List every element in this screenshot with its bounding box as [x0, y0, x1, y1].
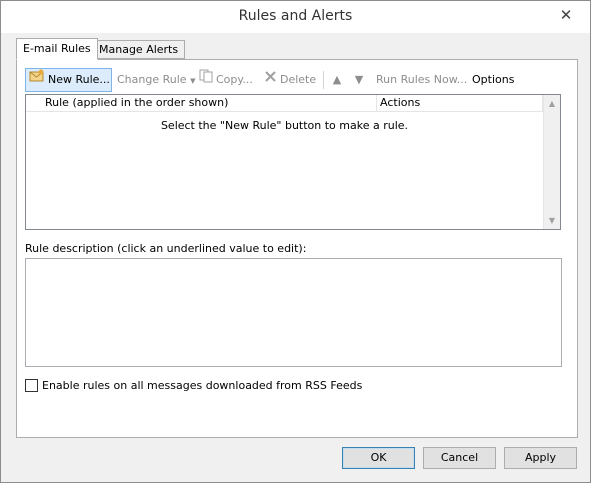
- tab-manage-alerts-label: Manage Alerts: [99, 43, 179, 56]
- new-rule-button[interactable]: New Rule...: [25, 68, 112, 92]
- options-button[interactable]: Options: [468, 68, 518, 92]
- rules-list[interactable]: Rule (applied in the order shown) Action…: [25, 94, 561, 230]
- change-rule-label: Change Rule: [117, 73, 187, 86]
- tab-email-rules-label: E-mail Rules: [23, 42, 91, 55]
- new-rule-icon: [29, 69, 45, 91]
- new-rule-label: New Rule...: [48, 73, 110, 86]
- rules-toolbar: New Rule... Change Rule ▼ Copy... Delete…: [25, 68, 570, 92]
- close-icon: ✕: [559, 6, 573, 24]
- column-header-rule[interactable]: Rule (applied in the order shown): [42, 95, 377, 112]
- scroll-up-icon[interactable]: ▲: [544, 95, 560, 112]
- rule-description-box[interactable]: [25, 258, 562, 367]
- tab-email-rules[interactable]: E-mail Rules: [16, 38, 98, 60]
- copy-button[interactable]: Copy...: [195, 68, 255, 92]
- apply-label: Apply: [524, 451, 557, 464]
- tab-manage-alerts[interactable]: Manage Alerts: [92, 40, 186, 59]
- triangle-up-icon: ▲: [332, 73, 342, 86]
- copy-label: Copy...: [216, 73, 253, 86]
- run-rules-now-label: Run Rules Now...: [376, 73, 468, 86]
- empty-list-message: Select the "New Rule" button to make a r…: [160, 119, 409, 132]
- move-down-button[interactable]: ▼: [350, 68, 368, 92]
- copy-icon: [199, 69, 213, 91]
- close-button[interactable]: ✕: [558, 7, 574, 23]
- delete-icon: [264, 69, 277, 91]
- delete-label: Delete: [280, 73, 317, 86]
- cancel-label: Cancel: [440, 451, 479, 464]
- options-label: Options: [472, 73, 515, 86]
- email-rules-panel: New Rule... Change Rule ▼ Copy... Delete…: [16, 59, 578, 438]
- change-rule-button[interactable]: Change Rule ▼: [113, 68, 195, 92]
- rules-list-scrollbar[interactable]: ▲ ▼: [543, 95, 560, 229]
- ok-button[interactable]: OK: [342, 447, 415, 469]
- cancel-button[interactable]: Cancel: [423, 447, 496, 469]
- run-rules-now-button[interactable]: Run Rules Now...: [372, 68, 467, 92]
- column-header-actions[interactable]: Actions: [377, 95, 543, 112]
- toolbar-separator: [323, 71, 324, 89]
- rss-checkbox[interactable]: [25, 379, 38, 392]
- ok-label: OK: [370, 451, 387, 464]
- rules-list-header: Rule (applied in the order shown) Action…: [26, 95, 559, 112]
- scroll-down-icon[interactable]: ▼: [544, 212, 560, 229]
- triangle-down-icon: ▼: [354, 73, 364, 86]
- apply-button[interactable]: Apply: [504, 447, 577, 469]
- title-bar: Rules and Alerts ✕: [1, 1, 590, 33]
- window-title: Rules and Alerts: [238, 8, 353, 24]
- rss-label[interactable]: Enable rules on all messages downloaded …: [42, 379, 362, 392]
- rule-description-label: Rule description (click an underlined va…: [25, 242, 307, 255]
- move-up-button[interactable]: ▲: [328, 68, 346, 92]
- rules-and-alerts-dialog: Rules and Alerts ✕ E-mail Rules Manage A…: [0, 0, 591, 483]
- delete-button[interactable]: Delete: [260, 68, 320, 92]
